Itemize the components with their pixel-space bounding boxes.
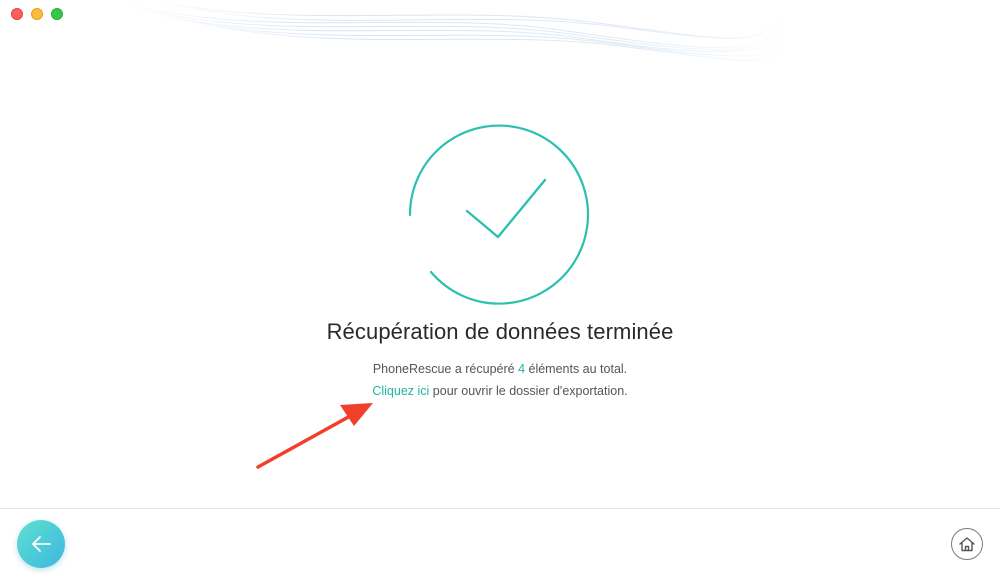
home-button[interactable] [951,528,983,560]
summary-suffix: éléments au total. [525,362,628,376]
recovered-count: 4 [518,362,526,376]
export-folder-line: Cliquez ici pour ouvrir le dossier d'exp… [0,384,1000,398]
footer-bar [0,508,1000,580]
export-folder-text: pour ouvrir le dossier d'exportation. [429,384,628,398]
completion-title: Récupération de données terminée [326,319,674,344]
recovery-summary: PhoneRescue a récupéré 4 éléments au tot… [0,362,1000,376]
home-icon [959,537,975,552]
arrow-left-icon [32,536,51,552]
app-window: Récupération de données terminée PhoneRe… [0,0,1000,580]
success-panel: Récupération de données terminée PhoneRe… [0,0,1000,508]
open-export-folder-link[interactable]: Cliquez ici [372,384,429,398]
back-button[interactable] [17,520,65,568]
success-check-icon [408,124,590,305]
summary-prefix: PhoneRescue a récupéré [372,362,519,376]
